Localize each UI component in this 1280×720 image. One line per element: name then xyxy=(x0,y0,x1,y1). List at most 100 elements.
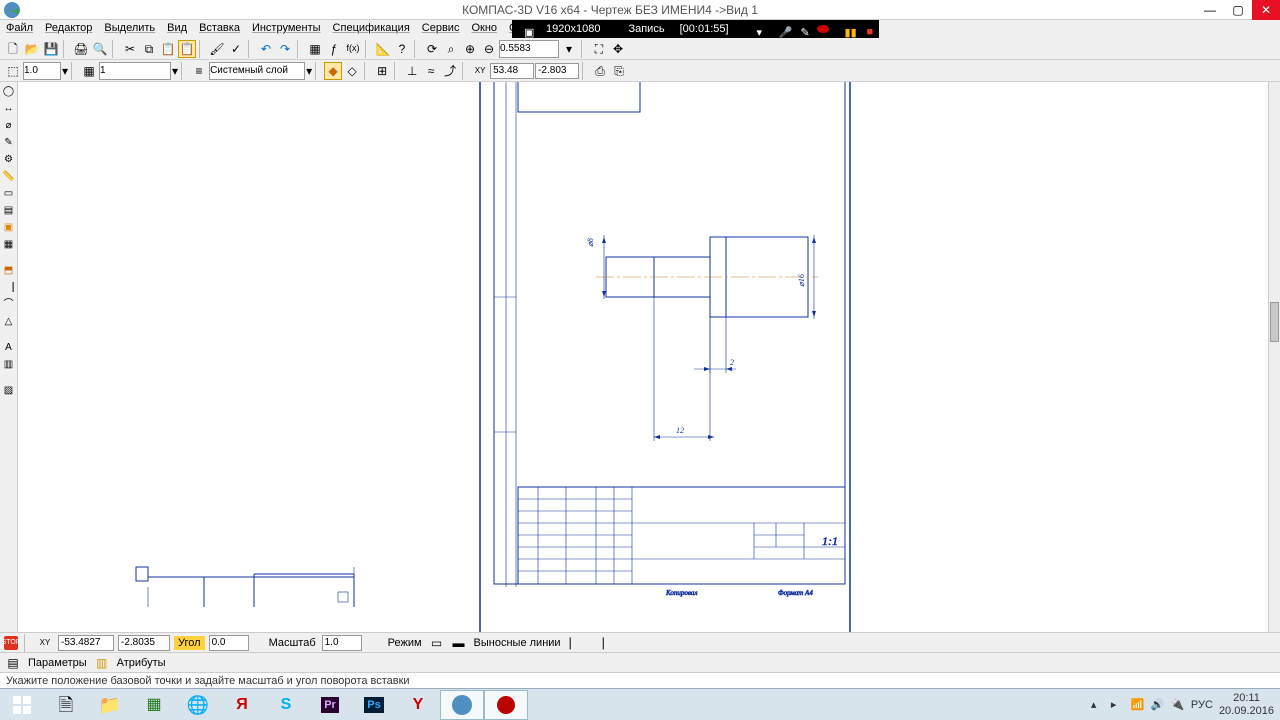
copy-props-button[interactable]: 📋 xyxy=(178,40,196,58)
scale2-input[interactable] xyxy=(99,62,171,80)
task-kompas[interactable] xyxy=(440,690,484,720)
line-tool[interactable]: ⎹ xyxy=(1,280,17,296)
arc-tool[interactable]: ⌒ xyxy=(1,297,17,313)
task-excel[interactable]: ▦ xyxy=(132,690,176,720)
grid-button[interactable]: ⊞ xyxy=(373,62,391,80)
menu-select[interactable]: Выделить xyxy=(98,20,161,38)
maximize-button[interactable]: ▢ xyxy=(1224,0,1252,20)
coord-x-display[interactable] xyxy=(490,63,534,79)
zoom-window-button[interactable]: ⌕ xyxy=(442,40,460,58)
attrs-icon[interactable]: ▥ xyxy=(93,654,111,672)
hatch-tool[interactable]: ▨ xyxy=(1,383,17,399)
preview-button[interactable]: 🔍 xyxy=(91,40,109,58)
ortho2-button[interactable]: ⊥ xyxy=(403,62,421,80)
symbols-tool[interactable]: ⌀ xyxy=(1,118,17,134)
zoom-dropdown[interactable]: ▾ xyxy=(560,40,578,58)
print-button[interactable]: 🖨 xyxy=(72,40,90,58)
zoom-fit-button[interactable]: ⛶ xyxy=(590,40,608,58)
report-tool[interactable]: ▦ xyxy=(1,237,17,253)
recorder-pause-icon[interactable]: ▮▮ xyxy=(839,24,851,34)
text-tool[interactable]: A xyxy=(1,340,17,356)
task-browser[interactable]: Y xyxy=(396,690,440,720)
select-tool[interactable]: ▭ xyxy=(1,186,17,202)
refresh-button[interactable]: ⟳ xyxy=(423,40,441,58)
task-skype[interactable]: S xyxy=(264,690,308,720)
menu-spec[interactable]: Спецификация xyxy=(327,20,416,38)
xy-button[interactable]: XY xyxy=(471,62,489,80)
recorder-mic-icon[interactable]: 🎤 xyxy=(773,24,785,34)
task-recorder[interactable] xyxy=(484,690,528,720)
snap-button[interactable]: ◆ xyxy=(324,62,342,80)
tray-clock[interactable]: 20:11 20.09.2016 xyxy=(1219,692,1274,716)
var-button[interactable]: ƒ xyxy=(325,40,343,58)
scale1-input[interactable] xyxy=(23,62,61,80)
task-yandex[interactable]: Я xyxy=(220,690,264,720)
attrs-tab[interactable]: Атрибуты xyxy=(115,657,168,669)
local-button[interactable]: ⤴ xyxy=(441,62,459,80)
copy-button[interactable]: ⧉ xyxy=(140,40,158,58)
recorder-expand-icon[interactable]: ▣ xyxy=(518,24,530,34)
leaders-off-button[interactable]: ⎹ xyxy=(589,634,607,652)
pan-button[interactable]: ✥ xyxy=(609,40,627,58)
leaders-on-button[interactable]: ⎸ xyxy=(567,634,585,652)
extra2-button[interactable]: ⎘ xyxy=(610,62,628,80)
params-icon[interactable]: ▤ xyxy=(4,654,22,672)
undo-button[interactable]: ↶ xyxy=(257,40,275,58)
tray-flag-icon[interactable]: ▸ xyxy=(1111,698,1125,712)
menu-file[interactable]: Файл xyxy=(0,20,39,38)
props-button[interactable]: ✓ xyxy=(227,40,245,58)
tray-up-icon[interactable]: ▴ xyxy=(1091,698,1105,712)
menu-service[interactable]: Сервис xyxy=(416,20,466,38)
extra1-button[interactable]: ⎙ xyxy=(591,62,609,80)
angle-input[interactable] xyxy=(209,635,249,651)
tabs-home-button[interactable]: ➜ xyxy=(6,2,24,20)
close-button[interactable]: ✕ xyxy=(1252,0,1280,20)
spec-tool[interactable]: ▤ xyxy=(1,203,17,219)
paste-button[interactable]: 📋 xyxy=(159,40,177,58)
copy-format-button[interactable]: 🖌 xyxy=(208,40,226,58)
recorder-stop-icon[interactable]: ■ xyxy=(861,24,873,34)
layers-button[interactable]: ≡ xyxy=(190,62,208,80)
insert-tool[interactable]: ⬒ xyxy=(1,263,17,279)
mode-b-button[interactable]: ▬ xyxy=(450,634,468,652)
snap2-button[interactable]: ◇ xyxy=(343,62,361,80)
params-tab[interactable]: Параметры xyxy=(26,657,89,669)
shape-tool[interactable]: △ xyxy=(1,314,17,330)
task-chrome[interactable]: 🌐 xyxy=(176,690,220,720)
state-button[interactable]: ▦ xyxy=(80,62,98,80)
task-explorer[interactable]: 🗎 xyxy=(44,690,88,720)
measure-tool[interactable]: 📏 xyxy=(1,169,17,185)
drawing-canvas[interactable]: ⌀8 ⌀16 2 12 1:1 Копировал Формат А4 xyxy=(18,82,1268,632)
scale-input[interactable] xyxy=(322,635,362,651)
minimize-button[interactable]: — xyxy=(1196,0,1224,20)
zoom-value-input[interactable] xyxy=(499,40,559,58)
recorder-record-icon[interactable] xyxy=(817,25,829,33)
task-photoshop[interactable]: Ps xyxy=(352,690,396,720)
open-button[interactable]: 📂 xyxy=(23,40,41,58)
geometry-tool[interactable]: ◯ xyxy=(1,84,17,100)
basepoint-y-input[interactable] xyxy=(118,635,170,651)
views-tool[interactable]: ▣ xyxy=(1,220,17,236)
spec-button[interactable]: ▦ xyxy=(306,40,324,58)
basepoint-x-input[interactable] xyxy=(58,635,114,651)
params-tool[interactable]: ⚙ xyxy=(1,152,17,168)
layer-select[interactable] xyxy=(209,62,305,80)
task-premiere[interactable]: Pr xyxy=(308,690,352,720)
coord-y-display[interactable] xyxy=(535,63,579,79)
menu-view[interactable]: Вид xyxy=(161,20,193,38)
zoom-out-button[interactable]: ⊖ xyxy=(480,40,498,58)
stop-command-button[interactable]: STOP xyxy=(4,636,18,650)
save-button[interactable]: 💾 xyxy=(42,40,60,58)
ruler-button[interactable]: 📐 xyxy=(374,40,392,58)
help-button[interactable]: ? xyxy=(393,40,411,58)
cut-button[interactable]: ✂ xyxy=(121,40,139,58)
redo-button[interactable]: ↷ xyxy=(276,40,294,58)
start-button[interactable] xyxy=(0,690,44,720)
round-button[interactable]: ≈ xyxy=(422,62,440,80)
edit-tool[interactable]: ✎ xyxy=(1,135,17,151)
tray-net-icon[interactable]: 📶 xyxy=(1131,698,1145,712)
tray-lang[interactable]: РУС xyxy=(1191,699,1213,711)
task-files[interactable]: 📁 xyxy=(88,690,132,720)
xy-icon[interactable]: XY xyxy=(36,634,54,652)
menu-tools[interactable]: Инструменты xyxy=(246,20,327,38)
